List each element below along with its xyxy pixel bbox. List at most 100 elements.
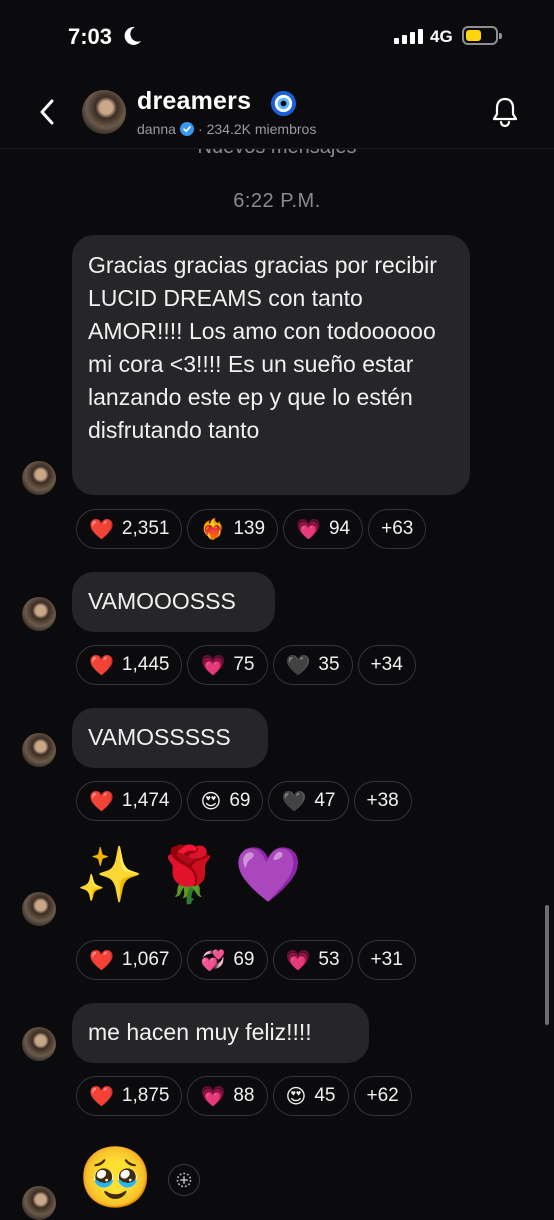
sender-avatar[interactable]	[22, 733, 56, 767]
reaction-row: ❤️ 1,875 💗 88 😍 45 +62	[76, 1076, 412, 1116]
reaction-chip[interactable]: 😍 45	[272, 1076, 349, 1116]
battery-icon	[462, 26, 502, 45]
red-heart-icon: ❤️	[89, 653, 114, 677]
sender-avatar[interactable]	[22, 597, 56, 631]
reaction-count: 94	[328, 518, 351, 539]
reaction-count: 2,351	[121, 518, 170, 539]
message-bubble[interactable]: Gracias gracias gracias por recibir LUCI…	[72, 235, 470, 495]
emoji-message[interactable]: ✨ 🌹 💜	[76, 848, 302, 902]
growing-heart-icon: 💗	[296, 517, 321, 541]
member-count: 234.2K miembros	[206, 121, 317, 137]
channel-subtitle: danna · 234.2K miembros	[137, 121, 316, 137]
black-heart-icon: 🖤	[281, 789, 307, 813]
reaction-row: ❤️ 2,351 ❤️‍🔥 139 💗 94 +63	[76, 509, 427, 549]
message-text: me hacen muy feliz!!!!	[88, 1019, 312, 1045]
message-text: Gracias gracias gracias por recibir LUCI…	[88, 252, 437, 443]
more-reactions-chip[interactable]: +31	[357, 940, 416, 980]
reaction-chip[interactable]: ❤️ 1,067	[76, 940, 183, 980]
channel-header: dreamers danna · 234.2K miembros	[0, 70, 554, 149]
reaction-count: 69	[229, 790, 251, 811]
reaction-chip[interactable]: ❤️ 1,474	[76, 781, 183, 821]
red-heart-icon: ❤️	[89, 517, 114, 541]
reaction-count: 88	[233, 1085, 255, 1106]
reaction-count: 1,067	[121, 949, 170, 970]
message-bubble[interactable]: VAMOSSSSS	[72, 708, 268, 768]
reaction-chip[interactable]: 💗 53	[272, 940, 353, 980]
reaction-count: 139	[233, 518, 266, 539]
more-reactions-count: +31	[370, 949, 403, 970]
red-heart-icon: ❤️	[89, 948, 114, 972]
heart-on-fire-icon: ❤️‍🔥	[200, 517, 226, 541]
reaction-row: ❤️ 1,067 💞 69 💗 53 +31	[76, 940, 416, 980]
clock: 7:03	[68, 24, 113, 49]
more-reactions-count: +63	[381, 518, 414, 539]
message-timestamp: 6:22 P.M.	[233, 190, 321, 212]
sparkles-icon: ✨	[76, 843, 144, 906]
more-reactions-chip[interactable]: +38	[353, 781, 412, 821]
message-bubble[interactable]: VAMOOOSSS	[72, 572, 275, 632]
owner-name: danna	[137, 121, 176, 137]
reaction-count: 35	[318, 654, 340, 675]
reaction-chip[interactable]: 💗 88	[187, 1076, 268, 1116]
sender-avatar[interactable]	[22, 1186, 56, 1220]
message-text: VAMOOOSSS	[88, 588, 236, 614]
reaction-count: 47	[314, 790, 336, 811]
reaction-row: ❤️ 1,474 😍 69 🖤 47 +38	[76, 781, 412, 821]
notification-bell-icon[interactable]	[490, 96, 520, 128]
pleading-face-icon: 🥹	[78, 1143, 153, 1213]
heart-eyes-icon: 😍	[200, 789, 222, 813]
more-reactions-chip[interactable]: +62	[353, 1076, 412, 1116]
rose-icon: 🌹	[155, 843, 223, 906]
back-chevron-icon[interactable]	[34, 96, 62, 128]
verified-badge-icon	[179, 122, 194, 136]
more-reactions-chip[interactable]: +34	[357, 645, 416, 685]
reaction-count: 75	[233, 654, 255, 675]
message-text: VAMOSSSSS	[88, 724, 231, 750]
heart-eyes-icon: 😍	[285, 1084, 307, 1108]
black-heart-icon: 🖤	[285, 653, 311, 677]
reaction-chip[interactable]: 😍 69	[187, 781, 264, 821]
status-bar: 7:03 4G	[0, 0, 554, 70]
reaction-chip[interactable]: ❤️ 1,445	[76, 645, 183, 685]
red-heart-icon: ❤️	[89, 789, 114, 813]
sender-avatar[interactable]	[22, 892, 56, 926]
channel-avatar[interactable]	[82, 90, 126, 134]
reaction-count: 1,474	[121, 790, 170, 811]
growing-heart-icon: 💗	[200, 653, 226, 677]
reaction-chip[interactable]: ❤️‍🔥 139	[187, 509, 279, 549]
cellular-signal-icon	[394, 29, 423, 44]
nazar-eye-icon	[270, 90, 297, 117]
sender-avatar[interactable]	[22, 1027, 56, 1061]
sender-avatar[interactable]	[22, 461, 56, 495]
more-reactions-count: +62	[366, 1085, 399, 1106]
scrollbar[interactable]	[545, 905, 549, 1025]
reaction-chip[interactable]: 💗 75	[187, 645, 268, 685]
network-type: 4G	[430, 27, 453, 46]
more-reactions-count: +34	[370, 654, 403, 675]
add-reaction-icon[interactable]	[168, 1164, 200, 1196]
reaction-chip[interactable]: 💗 94	[283, 509, 364, 549]
reaction-chip[interactable]: ❤️ 2,351	[76, 509, 183, 549]
separator-dot: ·	[197, 121, 203, 137]
purple-heart-icon: 💜	[234, 843, 302, 906]
reaction-count: 1,445	[121, 654, 170, 675]
growing-heart-icon: 💗	[200, 1084, 226, 1108]
more-reactions-count: +38	[366, 790, 399, 811]
reaction-chip[interactable]: 💞 69	[187, 940, 268, 980]
reaction-chip[interactable]: ❤️ 1,875	[76, 1076, 183, 1116]
reaction-chip[interactable]: 🖤 35	[272, 645, 353, 685]
reaction-chip[interactable]: 🖤 47	[268, 781, 349, 821]
more-reactions-chip[interactable]: +63	[368, 509, 427, 549]
reaction-count: 1,875	[121, 1085, 170, 1106]
reaction-count: 69	[233, 949, 255, 970]
emoji-message[interactable]: 🥹	[78, 1148, 153, 1208]
growing-heart-icon: 💗	[285, 948, 311, 972]
message-bubble[interactable]: me hacen muy feliz!!!!	[72, 1003, 369, 1063]
reaction-row: ❤️ 1,445 💗 75 🖤 35 +34	[76, 645, 416, 685]
reaction-count: 45	[314, 1085, 336, 1106]
red-heart-icon: ❤️	[89, 1084, 114, 1108]
revolving-hearts-icon: 💞	[200, 948, 226, 972]
reaction-count: 53	[318, 949, 340, 970]
channel-title[interactable]: dreamers	[137, 87, 251, 116]
do-not-disturb-moon-icon	[124, 26, 141, 45]
